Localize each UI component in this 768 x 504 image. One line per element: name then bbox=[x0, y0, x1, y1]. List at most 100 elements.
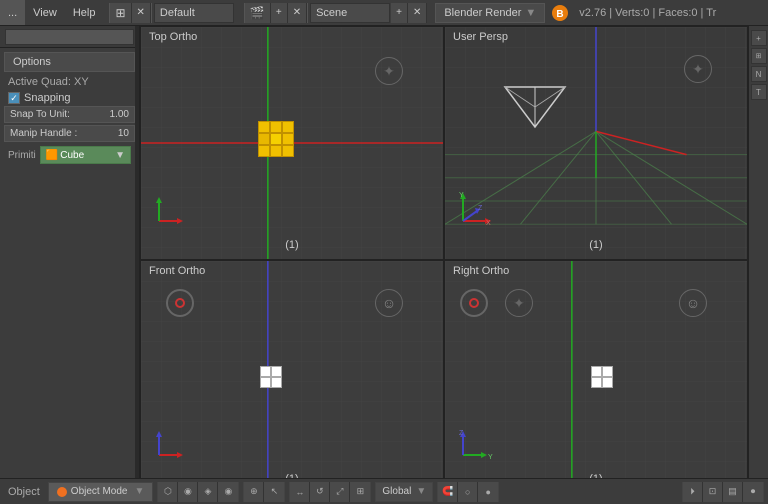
active-quad-label: Active Quad: XY bbox=[4, 74, 135, 90]
right-bottom-icons: ⏵ ⊡ ▤ ⏺ bbox=[682, 482, 764, 502]
editor-mode-field[interactable]: Default bbox=[154, 3, 234, 23]
snap-to-unit-button[interactable]: Snap To Unit: 1.00 bbox=[4, 106, 135, 123]
face-icon-right: ☺ bbox=[679, 289, 707, 317]
top-menu-bar: ... View Help ⊞ ✕ Default 🎬 + ✕ Scene + … bbox=[0, 0, 768, 26]
pivot-group: ↔ ↺ ⤢ ⊞ bbox=[289, 482, 371, 502]
right-panel-btn-2[interactable]: ⊞ bbox=[751, 48, 767, 64]
blender-logo-icon: B bbox=[551, 4, 569, 22]
snap-circle-right-top: ✦ bbox=[505, 289, 533, 317]
mode-arrow: ▼ bbox=[135, 486, 145, 497]
menu-view-2[interactable]: View bbox=[25, 0, 65, 25]
editor-mode-group: ⊞ ✕ Default bbox=[107, 3, 233, 23]
editor-icon-btn[interactable]: ⊞ bbox=[110, 3, 131, 23]
origin-inner bbox=[175, 298, 185, 308]
sidebar-content: Options Active Quad: XY ✓ Snapping Snap … bbox=[0, 48, 139, 494]
scene-close-btn[interactable]: ✕ bbox=[288, 3, 307, 23]
anim-btn[interactable]: ▤ bbox=[723, 482, 743, 502]
viewport-right-ortho[interactable]: ☺ ✦ Y Z Right Ortho (1) bbox=[444, 260, 748, 494]
proportional-btn[interactable]: ○ bbox=[458, 482, 478, 502]
transform-label: Global bbox=[382, 486, 411, 497]
cube-front-object bbox=[260, 366, 282, 388]
render-engine-select[interactable]: Blender Render ▼ bbox=[435, 3, 545, 23]
transform-btn[interactable]: ⊞ bbox=[350, 482, 370, 502]
record-btn[interactable]: ⏺ bbox=[743, 482, 763, 502]
user-persp-axis: X Y Z bbox=[453, 191, 498, 231]
options-button[interactable]: Options bbox=[4, 52, 135, 72]
svg-text:Z: Z bbox=[478, 205, 483, 212]
right-panel-btn-1[interactable]: + bbox=[751, 30, 767, 46]
top-ortho-axis bbox=[149, 193, 187, 231]
rotate-btn[interactable]: ↺ bbox=[310, 482, 330, 502]
primitives-row: Primiti 🟧 Cube ▼ bbox=[4, 144, 135, 166]
snapping-label: Snapping bbox=[24, 92, 71, 104]
object-mode-button[interactable]: Object Mode ▼ bbox=[48, 482, 154, 502]
blender-logo-group: B bbox=[551, 4, 569, 22]
snap-toggle-btn[interactable]: 🧲 bbox=[438, 482, 458, 502]
transform-arrow: ▼ bbox=[416, 486, 426, 497]
scene-add-btn[interactable]: + bbox=[391, 3, 408, 23]
snapping-row: ✓ Snapping bbox=[4, 90, 135, 106]
timeline-btn[interactable]: ⏵ bbox=[683, 482, 703, 502]
snap-circle-right bbox=[460, 289, 488, 317]
svg-text:Y: Y bbox=[488, 454, 493, 461]
primitives-arrow: ▼ bbox=[115, 150, 125, 161]
scene-group: 🎬 + ✕ Scene + ✕ bbox=[242, 3, 427, 23]
sidebar-section: Options Active Quad: XY ✓ Snapping Snap … bbox=[0, 48, 139, 170]
snap-circle-top: ✦ bbox=[375, 57, 403, 85]
solid-btn[interactable]: ◉ bbox=[178, 482, 198, 502]
scale-btn[interactable]: ⤢ bbox=[330, 482, 350, 502]
arrow-btn[interactable]: ↖ bbox=[264, 482, 284, 502]
cube-select-label: Cube bbox=[60, 150, 84, 161]
engine-group: Blender Render ▼ bbox=[435, 3, 545, 23]
viewport-area: ✦ Top Ortho (1) bbox=[140, 26, 748, 494]
sidebar-search-bar bbox=[0, 26, 139, 48]
sidebar-search-input[interactable] bbox=[5, 29, 134, 45]
frame-btn[interactable]: ⊡ bbox=[703, 482, 723, 502]
svg-text:Z: Z bbox=[459, 430, 464, 437]
wireframe-btn[interactable]: ⬡ bbox=[158, 482, 178, 502]
origin-inner-right bbox=[469, 298, 479, 308]
snap-group: ⊕ ↖ bbox=[243, 482, 285, 502]
viewport-front-ortho[interactable]: ☺ Front Ortho (1) bbox=[140, 260, 444, 494]
snapping-checkbox[interactable]: ✓ bbox=[8, 92, 20, 104]
right-panel-btn-3[interactable]: N bbox=[751, 66, 767, 82]
right-ortho-axis: Y Z bbox=[453, 427, 498, 465]
camera-object bbox=[495, 77, 575, 137]
editor-close-btn[interactable]: ✕ bbox=[132, 3, 151, 23]
primitives-select[interactable]: 🟧 Cube ▼ bbox=[40, 146, 131, 164]
menu-view[interactable]: ... bbox=[0, 0, 25, 25]
right-panel-btn-4[interactable]: T bbox=[751, 84, 767, 100]
editor-icon-group: ⊞ ✕ bbox=[109, 3, 151, 23]
texture-btn[interactable]: ◈ bbox=[198, 482, 218, 502]
proportional2-btn[interactable]: ● bbox=[478, 482, 498, 502]
left-sidebar: Options Active Quad: XY ✓ Snapping Snap … bbox=[0, 26, 140, 494]
scene-icon-btn[interactable]: 🎬 bbox=[245, 3, 271, 23]
rendered-btn[interactable]: ◉ bbox=[218, 482, 238, 502]
snap-circle-front-left bbox=[166, 289, 194, 317]
svg-text:B: B bbox=[557, 9, 564, 20]
sidebar-resize-handle[interactable] bbox=[135, 26, 139, 494]
object-label: Object bbox=[4, 486, 44, 498]
right-tools-group: ⏵ ⊡ ▤ ⏺ bbox=[682, 482, 764, 502]
cube-right-object bbox=[591, 366, 613, 388]
snap-tools-group: 🧲 ○ ● bbox=[437, 482, 499, 502]
top-ortho-counter: (1) bbox=[285, 239, 298, 251]
viewport-shading-group: ⬡ ◉ ◈ ◉ bbox=[157, 482, 239, 502]
scene-plus-btn[interactable]: + bbox=[271, 3, 288, 23]
scene-field[interactable]: Scene bbox=[310, 3, 390, 23]
move-btn[interactable]: ↔ bbox=[290, 482, 310, 502]
manip-handle-value: 10 bbox=[118, 128, 129, 139]
cube-top-object bbox=[258, 121, 294, 157]
manip-handle-button[interactable]: Manip Handle : 10 bbox=[4, 125, 135, 142]
cursor-btn[interactable]: ⊕ bbox=[244, 482, 264, 502]
viewport-top-ortho[interactable]: ✦ Top Ortho (1) bbox=[140, 26, 444, 260]
menu-help[interactable]: Help bbox=[65, 0, 104, 25]
right-panel: + ⊞ N T bbox=[748, 26, 768, 494]
viewport-user-persp[interactable]: ✦ X Y Z User Persp (1) bbox=[444, 26, 748, 260]
scene-icon-group: 🎬 + ✕ bbox=[244, 3, 308, 23]
scene-del-btn[interactable]: ✕ bbox=[408, 3, 427, 23]
svg-text:X: X bbox=[486, 220, 491, 227]
object-mode-dot bbox=[57, 487, 67, 497]
primitives-label: Primiti bbox=[8, 150, 36, 161]
transform-orientation-select[interactable]: Global ▼ bbox=[375, 482, 433, 502]
